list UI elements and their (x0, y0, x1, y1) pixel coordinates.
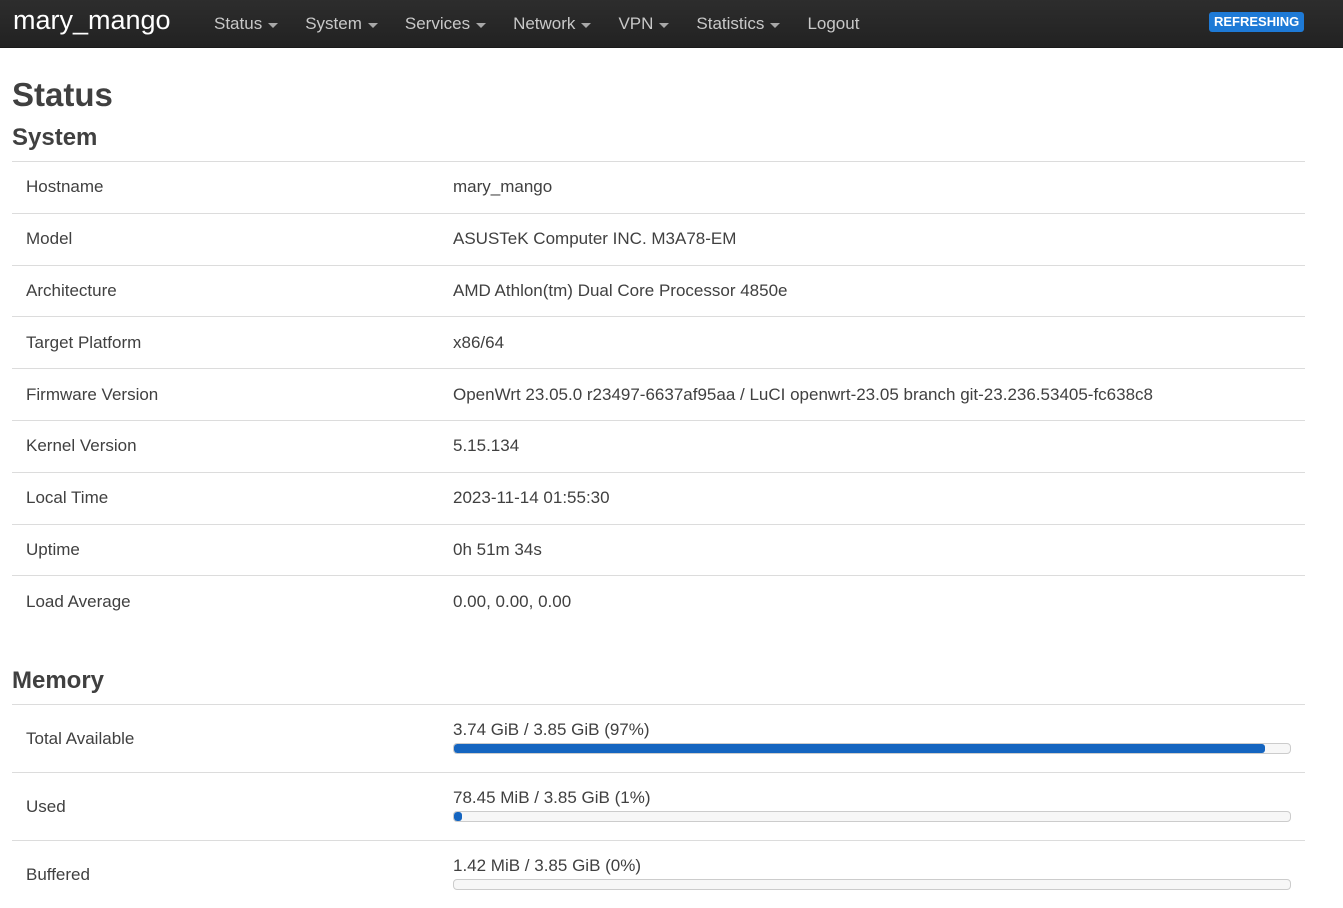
memory-progress-bar (453, 743, 1291, 755)
row-label: Total Available (12, 703, 439, 773)
menu-vpn-label: VPN (618, 14, 654, 33)
table-row: Used 78.45 MiB / 3.85 GiB (1%) (12, 771, 1305, 841)
page-title: Status (12, 76, 113, 113)
menu-statistics-label: Statistics (696, 14, 765, 33)
table-row: Architecture AMD Athlon(tm) Dual Core Pr… (12, 264, 1305, 317)
menu-status-label: Status (214, 14, 263, 33)
row-label: Buffered (12, 839, 439, 908)
menu-services-label: Services (404, 14, 471, 33)
row-value: 2023-11-14 01:55:30 (439, 471, 1305, 525)
menu-network-label: Network (513, 14, 576, 33)
memory-value-text: 78.45 MiB / 3.85 GiB (1%) (453, 788, 651, 808)
table-row: Model ASUSTeK Computer INC. M3A78-EM (12, 212, 1305, 266)
table-row: Total Available 3.74 GiB / 3.85 GiB (97%… (12, 703, 1305, 773)
table-row: Local Time 2023-11-14 01:55:30 (12, 471, 1305, 525)
refreshing-badge[interactable]: REFRESHING (1209, 12, 1305, 32)
menu-system-label: System (305, 14, 362, 33)
row-label: Model (12, 212, 439, 266)
row-value: OpenWrt 23.05.0 r23497-6637af95aa / LuCI… (439, 368, 1305, 421)
menu-system[interactable]: System (305, 0, 378, 48)
memory-table: Total Available 3.74 GiB / 3.85 GiB (97%… (12, 703, 1305, 908)
row-value: ASUSTeK Computer INC. M3A78-EM (439, 212, 1305, 266)
table-row: Hostname mary_mango (12, 161, 1305, 214)
table-row: Uptime 0h 51m 34s (12, 523, 1305, 576)
row-label: Uptime (12, 523, 439, 576)
row-value: 0h 51m 34s (439, 523, 1305, 576)
row-label: Hostname (12, 161, 439, 214)
caret-down-icon (659, 22, 670, 28)
table-row: Kernel Version 5.15.134 (12, 419, 1305, 473)
system-section-title: System (12, 124, 98, 151)
system-table: Hostname mary_mango Model ASUSTeK Comput… (12, 161, 1305, 628)
memory-progress-bar (453, 811, 1291, 823)
brand-hostname[interactable]: mary_mango (13, 5, 171, 36)
caret-down-icon (581, 22, 592, 28)
main-menu: Status System Services Network VPN Stati… (214, 0, 886, 48)
row-label: Firmware Version (12, 368, 439, 421)
menu-services[interactable]: Services (404, 0, 487, 48)
menu-status[interactable]: Status (214, 0, 279, 48)
caret-down-icon (476, 22, 487, 28)
menu-statistics[interactable]: Statistics (696, 0, 781, 48)
table-row: Firmware Version OpenWrt 23.05.0 r23497-… (12, 368, 1305, 421)
row-value: 5.15.134 (439, 419, 1305, 473)
menu-logout-label: Logout (807, 14, 860, 33)
caret-down-icon (770, 22, 781, 28)
memory-value-text: 1.42 MiB / 3.85 GiB (0%) (453, 856, 642, 876)
progress-fill (454, 744, 1265, 754)
row-label: Used (12, 771, 439, 841)
table-row: Buffered 1.42 MiB / 3.85 GiB (0%) (12, 839, 1305, 908)
memory-progress-bar (453, 879, 1291, 891)
row-label: Local Time (12, 471, 439, 525)
memory-value-text: 3.74 GiB / 3.85 GiB (97%) (453, 720, 650, 740)
table-row: Target Platform x86/64 (12, 316, 1305, 369)
menu-network[interactable]: Network (513, 0, 592, 48)
row-label: Load Average (12, 575, 439, 628)
row-value: AMD Athlon(tm) Dual Core Processor 4850e (439, 264, 1305, 317)
row-value: mary_mango (439, 161, 1305, 214)
menu-logout[interactable]: Logout (807, 0, 859, 48)
row-label: Architecture (12, 264, 439, 317)
row-label: Kernel Version (12, 419, 439, 473)
menu-vpn[interactable]: VPN (618, 0, 670, 48)
row-value: x86/64 (439, 316, 1305, 369)
caret-down-icon (268, 22, 279, 28)
row-label: Target Platform (12, 316, 439, 369)
table-row: Load Average 0.00, 0.00, 0.00 (12, 575, 1305, 628)
top-navbar: mary_mango Status System Services Networ… (0, 0, 1343, 48)
main-content: Status System Hostname mary_mango Model … (12, 48, 1305, 908)
progress-fill (454, 812, 463, 822)
row-value: 0.00, 0.00, 0.00 (439, 575, 1305, 628)
caret-down-icon (367, 22, 378, 28)
memory-section-title: Memory (12, 666, 105, 694)
